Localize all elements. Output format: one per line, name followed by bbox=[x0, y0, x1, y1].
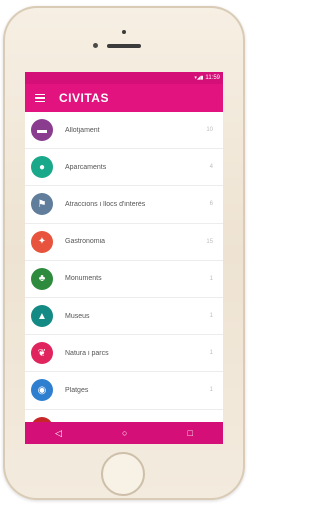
front-camera bbox=[122, 30, 126, 34]
location-pin-icon: ● bbox=[31, 156, 53, 179]
restaurant-icon: ✦ bbox=[31, 230, 53, 253]
list-item-count: 1 bbox=[209, 350, 213, 357]
list-item-count: 15 bbox=[206, 238, 213, 245]
list-item-label: Aparcaments bbox=[65, 163, 107, 171]
list-item[interactable]: ✦ Gastronomia 15 bbox=[25, 224, 223, 261]
monument-icon: ♣ bbox=[31, 267, 53, 290]
list-item-count: 1 bbox=[209, 313, 213, 320]
list-item-label: Natura i parcs bbox=[65, 349, 109, 357]
proximity-sensor bbox=[93, 43, 98, 48]
android-nav-bar: ◁ ○ □ bbox=[25, 422, 223, 444]
list-item[interactable]: ❦ Natura i parcs 1 bbox=[25, 335, 223, 373]
list-item-count: 10 bbox=[206, 127, 213, 134]
list-item-count: 1 bbox=[209, 275, 213, 282]
list-item-count: 4 bbox=[209, 164, 213, 171]
leaf-icon: ❦ bbox=[31, 342, 53, 365]
beach-icon: ◉ bbox=[31, 379, 53, 402]
recents-icon[interactable]: □ bbox=[188, 428, 193, 438]
phone-frame: ▾◢▮ 11:59 CIVITAS ▬ Allotjament 10 ● Aparcam… bbox=[3, 6, 245, 500]
app-title: CIVITAS bbox=[59, 91, 109, 105]
app-screen: ▾◢▮ 11:59 CIVITAS ▬ Allotjament 10 ● Aparcam… bbox=[25, 72, 223, 444]
bed-icon: ▬ bbox=[31, 119, 53, 142]
status-bar: ▾◢▮ 11:59 bbox=[25, 72, 223, 84]
list-item-label: Atraccions i llocs d'interès bbox=[65, 200, 146, 208]
earpiece-speaker bbox=[107, 44, 141, 48]
list-item[interactable]: ● Aparcaments 4 bbox=[25, 149, 223, 187]
back-icon[interactable]: ◁ bbox=[55, 428, 62, 438]
list-item-label: Monuments bbox=[65, 275, 102, 283]
category-list: ▬ Allotjament 10 ● Aparcaments 4 ⚑ Atraccions i… bbox=[25, 112, 223, 444]
list-item-label: Allotjament bbox=[65, 126, 100, 134]
home-icon[interactable]: ○ bbox=[122, 428, 127, 438]
list-item[interactable]: ◉ Platges 1 bbox=[25, 372, 223, 410]
list-item[interactable]: ▲ Museus 1 bbox=[25, 298, 223, 336]
list-item[interactable]: ▬ Allotjament 10 bbox=[25, 112, 223, 150]
list-item-count: 1 bbox=[209, 387, 213, 394]
list-item[interactable]: ⚑ Atraccions i llocs d'interès 6 bbox=[25, 186, 223, 224]
flag-icon: ⚑ bbox=[31, 193, 53, 216]
list-item-label: Gastronomia bbox=[65, 238, 106, 246]
list-item[interactable]: ♣ Monuments 1 bbox=[25, 261, 223, 298]
museum-icon: ▲ bbox=[31, 305, 53, 328]
home-button[interactable] bbox=[101, 452, 145, 496]
status-icons: ▾◢▮ bbox=[194, 75, 204, 81]
status-time: 11:59 bbox=[205, 75, 220, 81]
app-bar: CIVITAS bbox=[25, 84, 223, 112]
list-item-label: Platges bbox=[65, 386, 89, 394]
list-item-label: Museus bbox=[65, 312, 90, 320]
list-item-count: 6 bbox=[209, 201, 213, 208]
hamburger-menu-icon[interactable] bbox=[35, 93, 45, 103]
